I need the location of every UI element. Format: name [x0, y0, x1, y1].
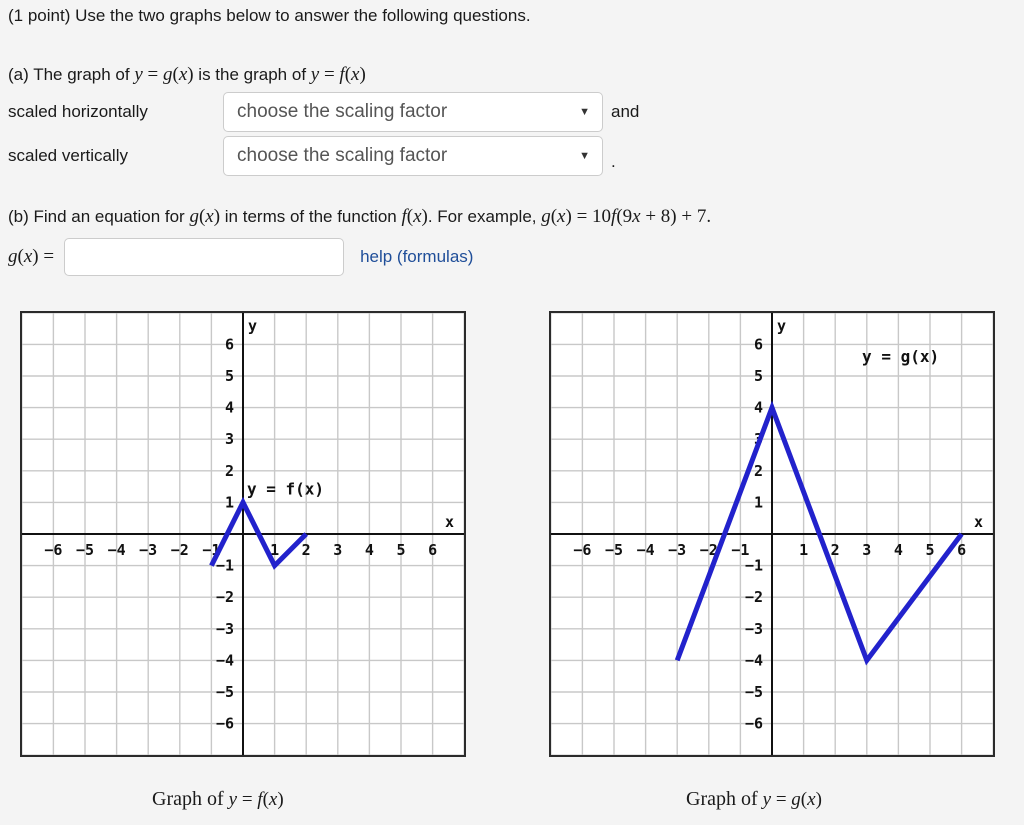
y-tick-label: 1 — [754, 493, 763, 511]
y-tick-label: 1 — [225, 493, 234, 511]
y-axis-label: y — [777, 317, 786, 335]
x-tick-label: −4 — [637, 541, 655, 559]
y-tick-label: −1 — [745, 557, 763, 575]
part-b-text-before: (b) Find an equation for — [8, 207, 190, 226]
part-a-f-expression: y = f(x) — [310, 64, 366, 85]
x-tick-label: 6 — [428, 541, 437, 559]
conjunction-and: and — [611, 102, 640, 121]
help-formulas-link[interactable]: help (formulas) — [360, 247, 473, 267]
y-tick-label: −6 — [216, 715, 234, 733]
x-tick-label: 5 — [396, 541, 405, 559]
x-axis-label: x — [974, 513, 983, 531]
x-tick-label: −5 — [605, 541, 623, 559]
problem-intro-text: (1 point) Use the two graphs below to an… — [8, 6, 531, 25]
part-b-g-inline: g(x) — [189, 206, 221, 227]
x-tick-label: 6 — [957, 541, 966, 559]
x-tick-label: 4 — [365, 541, 374, 559]
horizontal-scaling-factor-select[interactable]: choose the scaling factor ▼ — [223, 92, 603, 132]
part-a-statement: (a) The graph of y = g(x) is the graph o… — [8, 64, 366, 86]
y-tick-label: 6 — [754, 335, 763, 353]
graph-f-box: −6 −5 −4 −3 −2 −1 1 2 3 4 5 6 6 5 4 3 2 1 −1 −2 −3 −4 −5 −6 x y y … — [20, 311, 466, 757]
y-tick-label: −5 — [745, 683, 763, 701]
x-axis-label: x — [445, 513, 454, 531]
x-tick-label: −6 — [44, 541, 62, 559]
y-tick-label: 2 — [754, 462, 763, 480]
graph-f-plot: −6 −5 −4 −3 −2 −1 1 2 3 4 5 6654321−1−2−3−4−5−6xyy … — [22, 313, 464, 755]
x-tick-label: −5 — [76, 541, 94, 559]
graph-g-plot: −6 −5 −4 −3 −2 −1 1 2 3 4 5 6654321−1−2−3−4−5−6xyy … — [551, 313, 993, 755]
part-a-middle: is the graph of — [193, 65, 311, 84]
y-tick-label: 5 — [754, 367, 763, 385]
x-tick-label: 2 — [302, 541, 311, 559]
y-tick-label: 4 — [225, 399, 234, 417]
y-tick-label: −6 — [745, 715, 763, 733]
y-tick-label: −4 — [745, 651, 763, 669]
y-tick-label: 3 — [225, 430, 234, 448]
y-tick-label: −2 — [216, 588, 234, 606]
scaled-vertically-label: scaled vertically — [8, 146, 128, 165]
part-a-g-expression: y = g(x) — [134, 64, 194, 85]
x-tick-label: −2 — [171, 541, 189, 559]
part-b-example-equation: g(x) = 10f(9x + 8) + 7. — [541, 206, 712, 227]
y-tick-label: −5 — [216, 683, 234, 701]
x-tick-label: 1 — [799, 541, 808, 559]
chevron-down-icon: ▼ — [579, 149, 590, 162]
part-b-statement: (b) Find an equation for g(x) in terms o… — [8, 206, 711, 228]
y-tick-label: −3 — [216, 620, 234, 638]
scaled-horizontally-row: scaled horizontally choose the scaling f… — [8, 92, 639, 132]
caption-f-text: Graph of — [152, 788, 229, 810]
answer-row: g(x) = help (formulas) — [8, 238, 473, 276]
trailing-period: . — [611, 152, 616, 171]
part-b-f-inline: f(x) — [401, 206, 428, 227]
scaled-horizontally-label: scaled horizontally — [8, 102, 148, 121]
part-b-text-middle: in terms of the function — [220, 207, 402, 226]
x-tick-label: −4 — [108, 541, 126, 559]
x-tick-label: −3 — [139, 541, 157, 559]
caption-g-math: y = g(x) — [762, 789, 822, 810]
x-tick-label: 2 — [831, 541, 840, 559]
caption-g-text: Graph of — [686, 788, 763, 810]
x-tick-label: −6 — [573, 541, 591, 559]
gx-answer-input[interactable] — [64, 238, 345, 276]
horizontal-scaling-factor-value: choose the scaling factor — [237, 101, 448, 122]
y-tick-label: 6 — [225, 335, 234, 353]
x-tick-label: −3 — [668, 541, 686, 559]
x-tick-label: 3 — [862, 541, 871, 559]
x-tick-label: 4 — [894, 541, 903, 559]
y-tick-label: −3 — [745, 620, 763, 638]
y-tick-label: 2 — [225, 462, 234, 480]
vertical-scaling-factor-value: choose the scaling factor — [237, 145, 448, 166]
y-axis-label: y — [248, 317, 257, 335]
part-a-prefix: (a) The graph of — [8, 65, 135, 84]
vertical-scaling-factor-select[interactable]: choose the scaling factor ▼ — [223, 136, 603, 176]
graph-f-container: −6 −5 −4 −3 −2 −1 1 2 3 4 5 6 6 5 4 3 2 1 −1 −2 −3 −4 −5 −6 x y y … — [20, 311, 466, 757]
caption-graph-f: Graph of y = f(x) — [152, 788, 284, 811]
y-tick-label: −1 — [216, 557, 234, 575]
y-tick-label: 4 — [754, 399, 763, 417]
in-plot-function-label: y = g(x) — [862, 347, 939, 366]
caption-f-math: y = f(x) — [228, 789, 284, 810]
in-plot-function-label: y = f(x) — [247, 479, 324, 498]
chevron-down-icon: ▼ — [579, 105, 590, 118]
x-tick-label: 3 — [333, 541, 342, 559]
x-tick-label: 5 — [925, 541, 934, 559]
scaled-vertically-row: scaled vertically choose the scaling fac… — [8, 136, 616, 176]
y-tick-label: 5 — [225, 367, 234, 385]
graph-g-box: −6 −5 −4 −3 −2 −1 1 2 3 4 5 6 6 5 4 3 2 1 −1 −2 −3 −4 −5 −6 x y y … — [549, 311, 995, 757]
part-b-text-after: . For example, — [427, 207, 542, 226]
graph-g-container: −6 −5 −4 −3 −2 −1 1 2 3 4 5 6 6 5 4 3 2 1 −1 −2 −3 −4 −5 −6 x y y … — [549, 311, 995, 757]
y-tick-label: −4 — [216, 651, 234, 669]
answer-prefix-label: g(x) = — [8, 246, 55, 267]
y-tick-label: −2 — [745, 588, 763, 606]
caption-graph-g: Graph of y = g(x) — [686, 788, 822, 811]
